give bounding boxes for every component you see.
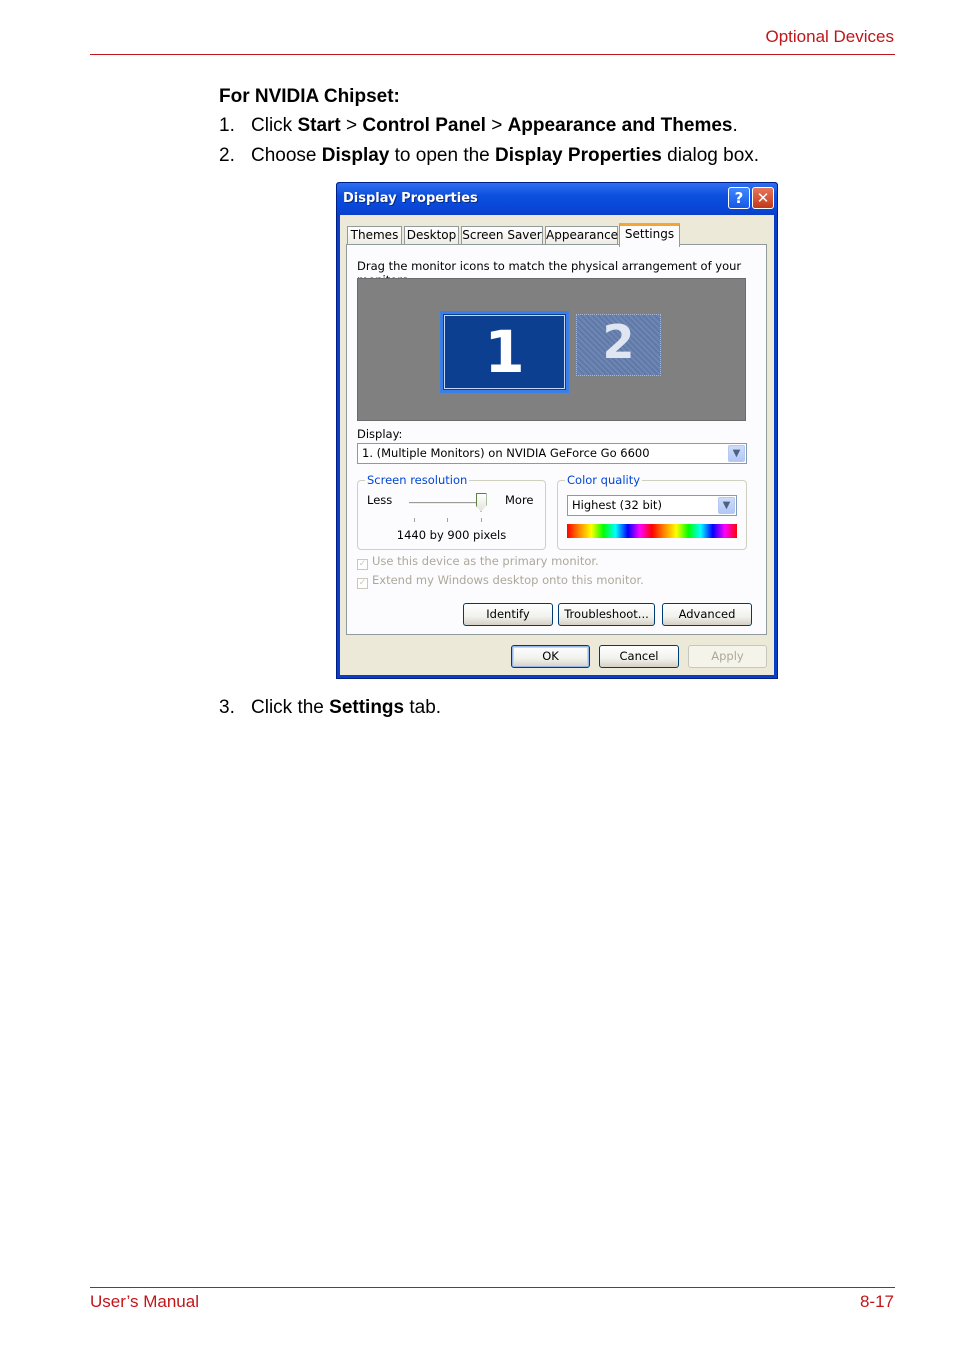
- screen-resolution-label: Screen resolution: [365, 473, 470, 487]
- tab-themes[interactable]: Themes: [347, 226, 402, 245]
- cancel-button[interactable]: Cancel: [599, 645, 679, 668]
- tab-settings[interactable]: Settings: [619, 223, 680, 247]
- resolution-slider-thumb[interactable]: [475, 493, 487, 512]
- step-text: >: [340, 115, 363, 136]
- step-2: 2. Choose Display to open the Display Pro…: [219, 145, 759, 167]
- color-quality-select[interactable]: Highest (32 bit) ▼: [567, 495, 737, 516]
- resolution-less-label: Less: [367, 493, 393, 507]
- step-bold: Start: [297, 115, 341, 136]
- step-text: to open the: [389, 145, 496, 166]
- resolution-more-label: More: [505, 493, 534, 507]
- color-quality-group: Color quality Highest (32 bit) ▼: [557, 473, 747, 550]
- monitor-1-number: 1: [484, 318, 525, 386]
- step-text: Click: [251, 115, 298, 136]
- slider-tick: [414, 518, 415, 522]
- display-select[interactable]: 1. (Multiple Monitors) on NVIDIA GeForce…: [357, 443, 747, 464]
- dialog-title: Display Properties: [343, 191, 478, 206]
- identify-button[interactable]: Identify: [463, 603, 553, 626]
- monitor-2-number: 2: [602, 315, 635, 369]
- primary-monitor-checkbox[interactable]: ✓ Use this device as the primary monitor.: [357, 554, 599, 570]
- step-text: dialog box.: [661, 145, 760, 166]
- section-heading: For NVIDIA Chipset:: [219, 86, 400, 107]
- apply-button[interactable]: Apply: [688, 645, 767, 668]
- step-text: Choose: [251, 145, 322, 166]
- tab-screen-saver[interactable]: Screen Saver: [461, 226, 543, 245]
- monitor-2-icon[interactable]: 2: [576, 314, 661, 376]
- footer-manual-title: User’s Manual: [90, 1292, 199, 1311]
- step-bold: Settings: [329, 697, 405, 718]
- step-number: 1.: [219, 115, 235, 136]
- display-label: Display:: [357, 427, 403, 441]
- step-number: 3.: [219, 697, 235, 718]
- close-icon[interactable]: ✕: [752, 187, 774, 209]
- help-icon[interactable]: ?: [728, 187, 750, 209]
- step-bold: Appearance and Themes: [507, 115, 733, 136]
- primary-monitor-label: Use this device as the primary monitor.: [372, 554, 599, 568]
- step-text: >: [485, 115, 508, 136]
- tab-desktop[interactable]: Desktop: [404, 226, 459, 245]
- step-bold: Control Panel: [362, 115, 486, 136]
- settings-panel: Drag the monitor icons to match the phys…: [346, 244, 767, 635]
- monitor-arrangement-area: 1 2: [357, 278, 746, 421]
- header-section-title: Optional Devices: [765, 27, 894, 46]
- dialog-client-area: Themes Desktop Screen Saver Appearance S…: [340, 215, 774, 675]
- header-rule: [90, 54, 895, 55]
- screen-resolution-group: Screen resolution Less More 1440 by 900 …: [357, 473, 546, 550]
- display-select-value: 1. (Multiple Monitors) on NVIDIA GeForce…: [362, 446, 650, 460]
- slider-tick: [481, 518, 482, 522]
- advanced-button[interactable]: Advanced: [662, 603, 752, 626]
- footer-rule: [90, 1287, 895, 1288]
- display-properties-dialog: Display Properties ? ✕ Themes Desktop Sc…: [336, 182, 778, 679]
- step-number: 2.: [219, 145, 235, 166]
- extend-desktop-checkbox[interactable]: ✓ Extend my Windows desktop onto this mon…: [357, 573, 644, 589]
- step-text: Click the: [251, 697, 330, 718]
- monitor-1-icon[interactable]: 1: [440, 311, 569, 393]
- step-bold: Display: [321, 145, 390, 166]
- chevron-down-icon[interactable]: ▼: [728, 445, 745, 462]
- step-text: .: [732, 115, 738, 136]
- color-quality-label: Color quality: [565, 473, 643, 487]
- dialog-title-bar[interactable]: Display Properties ? ✕: [337, 183, 777, 215]
- step-1: 1. Click Start > Control Panel > Appearan…: [219, 115, 738, 137]
- checkbox-box[interactable]: ✓: [357, 578, 368, 589]
- checkbox-box[interactable]: ✓: [357, 559, 368, 570]
- troubleshoot-button[interactable]: Troubleshoot...: [558, 603, 655, 626]
- color-quality-value: Highest (32 bit): [572, 498, 662, 512]
- extend-desktop-label: Extend my Windows desktop onto this moni…: [372, 573, 644, 587]
- tab-appearance[interactable]: Appearance: [545, 226, 618, 245]
- footer-page-number: 8-17: [859, 1292, 894, 1311]
- step-text: tab.: [404, 697, 442, 718]
- step-bold: Display Properties: [495, 145, 662, 166]
- color-spectrum-bar: [567, 524, 737, 538]
- step-3: 3. Click the Settings tab.: [219, 697, 441, 719]
- resolution-slider-track[interactable]: [409, 502, 481, 505]
- chevron-down-icon[interactable]: ▼: [718, 497, 735, 514]
- resolution-value: 1440 by 900 pixels: [396, 528, 507, 542]
- slider-tick: [447, 518, 448, 522]
- ok-button[interactable]: OK: [511, 645, 590, 668]
